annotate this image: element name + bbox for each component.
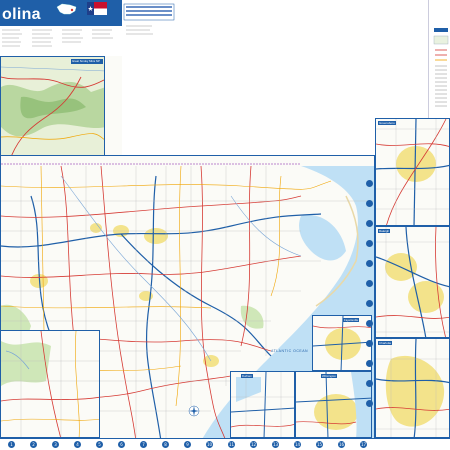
map-title: olina (2, 6, 41, 23)
grid-marker (366, 220, 373, 227)
grid-number-9: 9 (184, 441, 191, 448)
fayetteville-inset: Fayetteville (312, 315, 372, 371)
grid-number-strip: 1 2 3 4 5 6 7 8 9 10 11 12 13 14 15 16 17 (0, 438, 450, 450)
north-carolina-flag-icon (87, 2, 107, 15)
grid-marker (366, 240, 373, 247)
wilmington-inset: Wilmington (295, 371, 372, 438)
grid-marker (366, 340, 373, 347)
grid-number-12: 12 (250, 441, 257, 448)
grid-marker (366, 200, 373, 207)
grid-number-11: 11 (228, 441, 235, 448)
greensboro-inset: Greensboro (375, 118, 450, 226)
north-carolina-wall-map: olina Great Smoky Mtns NP ATLANTIC OCEAN… (0, 0, 450, 450)
mountains-inset-southwest (0, 330, 100, 438)
grid-number-2: 2 (30, 441, 37, 448)
grid-number-14: 14 (294, 441, 301, 448)
ocean-label: ATLANTIC OCEAN (271, 349, 309, 353)
county-index (0, 26, 122, 56)
grid-number-5: 5 (96, 441, 103, 448)
grid-number-10: 10 (206, 441, 213, 448)
grid-number-4: 4 (74, 441, 81, 448)
durham-label: Durham (241, 374, 253, 378)
grid-number-17: 17 (360, 441, 367, 448)
grid-marker (366, 180, 373, 187)
us-locator-map (56, 2, 78, 16)
charlotte-label: Charlotte (378, 341, 393, 345)
grid-number-6: 6 (118, 441, 125, 448)
raleigh-label: Raleigh (378, 229, 391, 233)
grid-number-3: 3 (52, 441, 59, 448)
inset-title-text: Great Smoky Mtns NP (72, 59, 100, 63)
grid-marker (366, 380, 373, 387)
grid-marker (366, 400, 373, 407)
grid-letter-column (366, 180, 374, 430)
great-smoky-mountains-inset: Great Smoky Mtns NP (0, 56, 105, 156)
grid-number-15: 15 (316, 441, 323, 448)
greensboro-label: Greensboro (378, 121, 396, 125)
grid-number-13: 13 (272, 441, 279, 448)
grid-marker (366, 300, 373, 307)
map-legend (428, 0, 450, 118)
grid-marker (366, 280, 373, 287)
grid-number-7: 7 (140, 441, 147, 448)
grid-marker (366, 320, 373, 327)
charlotte-inset: Charlotte (375, 338, 450, 438)
fayetteville-label: Fayetteville (343, 318, 360, 322)
raleigh-inset: Raleigh (375, 226, 450, 338)
grid-marker (366, 360, 373, 367)
grid-number-16: 16 (338, 441, 345, 448)
durham-inset: Durham (230, 371, 295, 438)
wilmington-label: Wilmington (321, 374, 337, 378)
grid-marker (366, 260, 373, 267)
grid-number-8: 8 (162, 441, 169, 448)
inset-title: Great Smoky Mtns NP (71, 59, 103, 64)
grid-number-row: 1 2 3 4 5 6 7 8 9 10 11 12 13 14 15 16 17 (0, 439, 450, 450)
grid-number-1: 1 (8, 441, 15, 448)
header-bar: olina (0, 0, 122, 26)
